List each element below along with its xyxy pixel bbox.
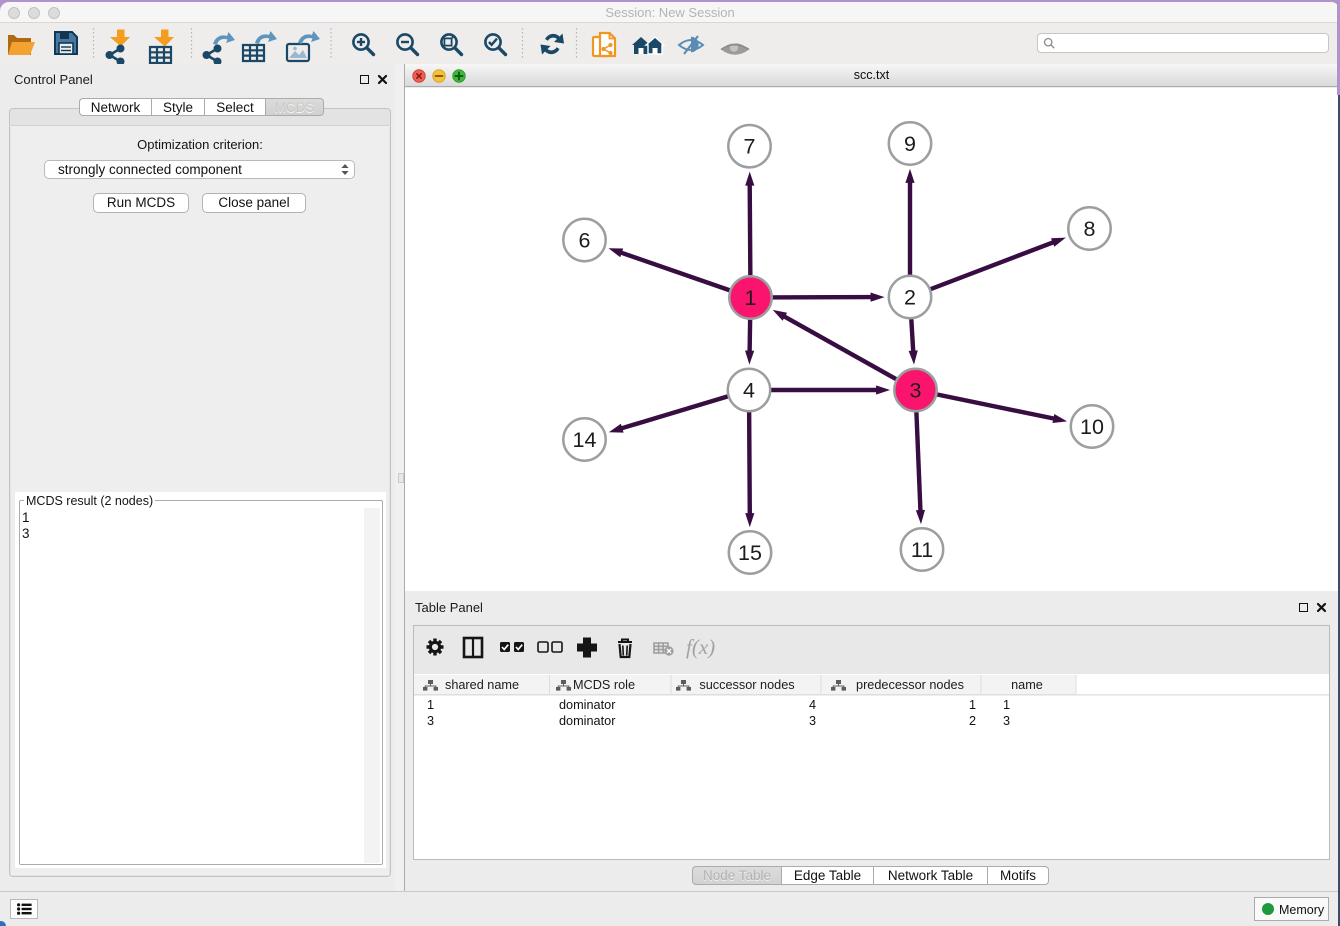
- svg-text:8: 8: [1084, 217, 1096, 241]
- svg-text:2: 2: [904, 285, 916, 309]
- svg-text:1: 1: [1003, 698, 1010, 712]
- svg-text:3: 3: [1003, 714, 1010, 728]
- svg-text:1: 1: [969, 698, 976, 712]
- svg-text:4: 4: [743, 378, 755, 402]
- svg-text:f(x): f(x): [686, 635, 715, 659]
- svg-text:3: 3: [427, 714, 434, 728]
- svg-text:7: 7: [744, 135, 756, 159]
- svg-text:10: 10: [1080, 415, 1104, 439]
- svg-text:1: 1: [745, 286, 757, 310]
- svg-text:successor nodes: successor nodes: [699, 678, 794, 692]
- svg-text:shared name: shared name: [445, 678, 519, 692]
- svg-text:14: 14: [573, 428, 597, 452]
- svg-text:4: 4: [809, 698, 816, 712]
- svg-text:MCDS role: MCDS role: [573, 678, 635, 692]
- svg-text:2: 2: [969, 714, 976, 728]
- svg-text:15: 15: [738, 541, 762, 565]
- svg-text:3: 3: [910, 378, 922, 402]
- svg-text:predecessor nodes: predecessor nodes: [856, 678, 964, 692]
- svg-text:1: 1: [427, 698, 434, 712]
- svg-text:dominator: dominator: [559, 714, 616, 728]
- svg-text:9: 9: [904, 132, 916, 156]
- svg-text:dominator: dominator: [559, 698, 616, 712]
- svg-text:11: 11: [911, 538, 933, 562]
- svg-text:6: 6: [579, 228, 591, 252]
- svg-text:name: name: [1011, 678, 1043, 692]
- svg-text:3: 3: [809, 714, 816, 728]
